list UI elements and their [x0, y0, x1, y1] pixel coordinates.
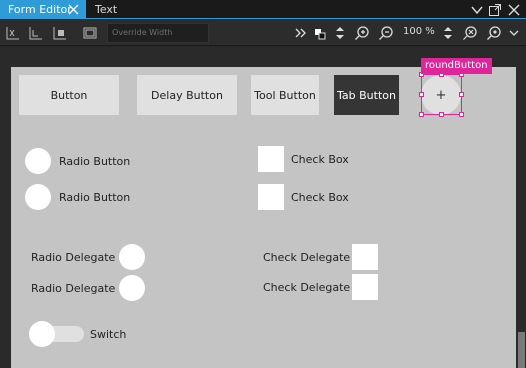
check-box-indicator[interactable]	[258, 184, 284, 210]
zoom-in-icon[interactable]	[354, 25, 370, 41]
resize-handle[interactable]	[439, 112, 444, 117]
radio-button-indicator[interactable]	[25, 184, 51, 210]
layout-horizontal-icon[interactable]	[5, 25, 21, 41]
check-delegate-label: Check Delegate	[263, 251, 351, 264]
scrollbar-thumb[interactable]	[518, 332, 525, 368]
layout-anchor-icon[interactable]	[52, 25, 68, 41]
close-icon[interactable]	[68, 4, 79, 15]
radio-button-indicator[interactable]	[25, 148, 51, 174]
resize-handle[interactable]	[459, 112, 464, 117]
zoom-level: 100 %	[403, 26, 435, 37]
tab-form-editor-label: Form Editor	[8, 3, 72, 16]
check-box-indicator[interactable]	[258, 146, 284, 172]
tab-button-control[interactable]: Tab Button	[334, 75, 399, 115]
radio-delegate-label: Radio Delegate	[31, 282, 116, 295]
color-picker-icon[interactable]	[312, 25, 328, 41]
selection-label: roundButton	[421, 58, 492, 74]
check-box-label: Check Box	[291, 191, 349, 204]
radio-button-label: Radio Button	[59, 191, 131, 204]
switch-label: Switch	[90, 328, 127, 341]
up-down-icon[interactable]	[332, 25, 348, 41]
radio-delegate-indicator[interactable]	[119, 244, 145, 270]
resize-handle[interactable]	[419, 92, 424, 97]
chevron-down-icon[interactable]	[470, 3, 484, 17]
tab-bar: Form Editor Text Editor	[0, 0, 526, 35]
form-editor-window: Form Editor Text Editor	[0, 0, 526, 368]
frame-icon[interactable]	[82, 25, 98, 41]
expand-icon[interactable]	[506, 25, 522, 41]
popout-icon[interactable]	[488, 3, 502, 17]
layout-vertical-icon[interactable]	[28, 25, 44, 41]
override-width-placeholder: Override Width	[112, 28, 173, 37]
delay-button-control[interactable]: Delay Button	[137, 75, 237, 115]
resize-handle[interactable]	[419, 112, 424, 117]
switch-knob[interactable]	[29, 321, 55, 347]
zoom-reset-icon[interactable]	[486, 25, 502, 41]
zoom-out-icon[interactable]	[378, 25, 394, 41]
tab-text-editor[interactable]: Text Editor	[87, 0, 153, 35]
zoom-fit-icon[interactable]	[462, 25, 478, 41]
close-icon[interactable]	[507, 3, 521, 17]
resize-handle[interactable]	[459, 92, 464, 97]
toolbar: Override Width 100 %	[0, 20, 526, 46]
override-width-input[interactable]: Override Width	[107, 23, 209, 43]
tool-button-control[interactable]: Tool Button	[251, 75, 319, 115]
check-delegate-label: Check Delegate	[263, 281, 351, 294]
up-down-icon[interactable]	[440, 25, 456, 41]
more-chevron-icon[interactable]	[292, 25, 308, 41]
check-delegate-indicator[interactable]	[352, 274, 378, 300]
radio-delegate-label: Radio Delegate	[31, 251, 116, 264]
selection-frame	[421, 74, 462, 115]
radio-button-label: Radio Button	[59, 155, 131, 168]
radio-delegate-indicator[interactable]	[119, 275, 145, 301]
tab-form-editor[interactable]: Form Editor	[0, 0, 86, 19]
check-delegate-indicator[interactable]	[352, 244, 378, 270]
button-control[interactable]: Button	[19, 75, 119, 115]
check-box-label: Check Box	[291, 153, 349, 166]
vertical-scrollbar[interactable]	[516, 47, 526, 368]
